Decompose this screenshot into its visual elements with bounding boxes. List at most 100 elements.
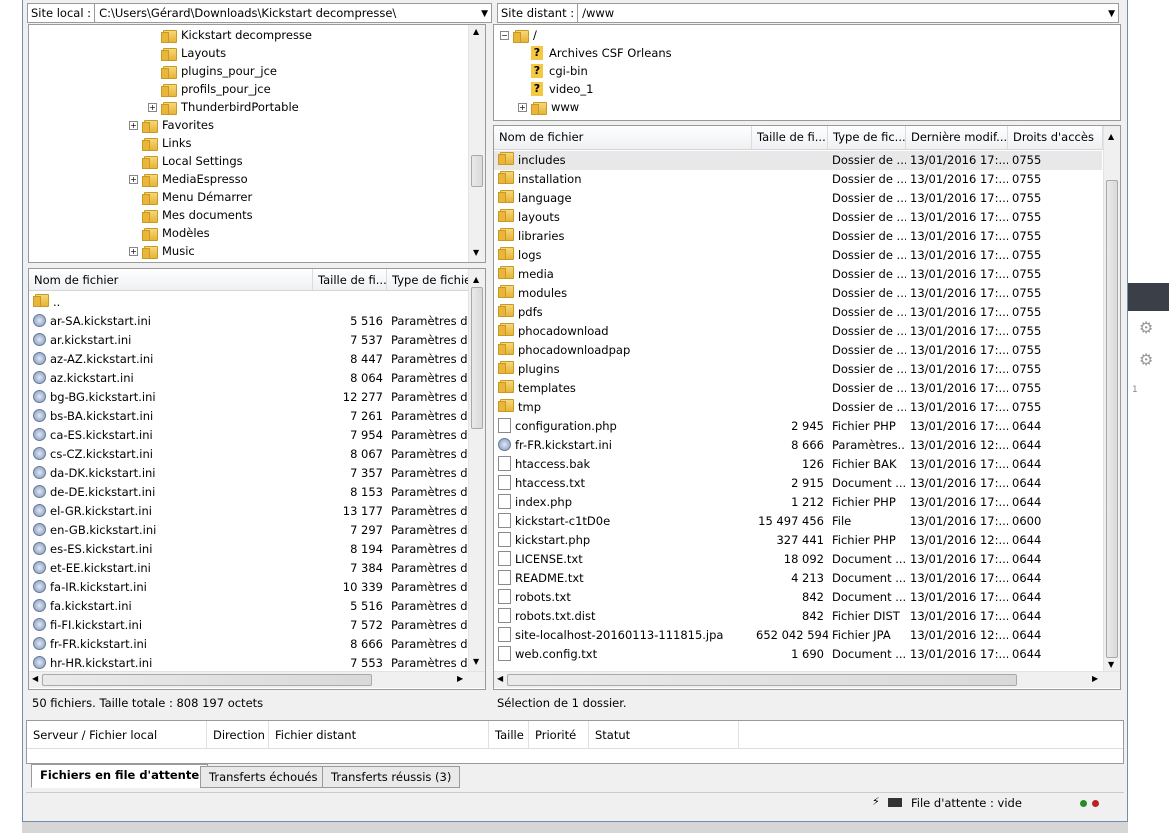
table-row[interactable]: phocadownload Dossier de ... 13/01/2016 17… xyxy=(494,322,1088,341)
column-header-type[interactable]: Type de fic... xyxy=(828,126,906,149)
expand-icon[interactable]: + xyxy=(148,102,157,112)
table-row[interactable]: installation Dossier de ... 13/01/2016 17:… xyxy=(494,170,1088,189)
chevron-down-icon[interactable]: ▼ xyxy=(1108,6,1115,22)
expand-icon[interactable]: + xyxy=(129,120,138,130)
column-header-type[interactable]: Type de fichier xyxy=(387,269,470,290)
scroll-right-icon[interactable]: ▶ xyxy=(457,674,463,683)
remote-tree-node[interactable]: ? Archives CSF Orleans xyxy=(518,44,672,62)
chevron-down-icon[interactable]: ▼ xyxy=(481,6,488,22)
table-row[interactable]: logs Dossier de ... 13/01/2016 17:... 0755 xyxy=(494,246,1088,265)
column-header-name[interactable]: Nom de fichier xyxy=(494,126,752,149)
table-row[interactable]: htaccess.txt 2 915 Document ... 13/01/2016 … xyxy=(494,474,1088,493)
expand-icon[interactable]: − xyxy=(500,30,509,40)
table-row[interactable]: robots.txt.dist 842 Fichier DIST 13/01/2016… xyxy=(494,607,1088,626)
table-row[interactable]: es-ES.kickstart.ini 8 194 Paramètres de xyxy=(29,540,470,559)
scroll-left-icon[interactable]: ◀ xyxy=(497,674,503,683)
queue-col-server[interactable]: Serveur / Fichier local xyxy=(27,721,207,748)
gear-icon[interactable]: ⚙ xyxy=(1139,350,1153,369)
table-row[interactable]: az-AZ.kickstart.ini 8 447 Paramètres de xyxy=(29,350,470,369)
local-list-hscrollbar[interactable]: ◀ ▶ xyxy=(29,671,485,688)
remote-list-hscrollbar[interactable]: ◀ ▶ xyxy=(494,671,1120,688)
queue-col-priority[interactable]: Priorité xyxy=(529,721,589,748)
queue-col-size[interactable]: Taille xyxy=(489,721,529,748)
table-row[interactable]: ar-SA.kickstart.ini 5 516 Paramètres de xyxy=(29,312,470,331)
remote-tree-node[interactable]: ? video_1 xyxy=(518,80,593,98)
local-tree-node[interactable]: + MediaEspresso xyxy=(129,170,248,188)
local-tree-node[interactable]: Mes documents xyxy=(129,206,253,224)
table-row[interactable]: phocadownloadpap Dossier de ... 13/01/2016… xyxy=(494,341,1088,360)
local-tree-node[interactable]: Local Settings xyxy=(129,152,243,170)
scroll-thumb[interactable] xyxy=(471,287,483,429)
table-row[interactable]: el-GR.kickstart.ini 13 177 Paramètres de xyxy=(29,502,470,521)
table-row[interactable]: LICENSE.txt 18 092 Document ... 13/01/2016 … xyxy=(494,550,1088,569)
scroll-up-icon[interactable]: ▲ xyxy=(473,27,479,36)
table-row[interactable]: libraries Dossier de ... 13/01/2016 17:...… xyxy=(494,227,1088,246)
local-tree-node[interactable]: Layouts xyxy=(148,44,226,62)
table-row[interactable]: htaccess.bak 126 Fichier BAK 13/01/2016 17:… xyxy=(494,455,1088,474)
table-row[interactable]: templates Dossier de ... 13/01/2016 17:...… xyxy=(494,379,1088,398)
queue-col-status[interactable]: Statut xyxy=(589,721,739,748)
scroll-thumb[interactable] xyxy=(471,155,483,187)
gear-icon[interactable]: ⚙ xyxy=(1139,318,1153,337)
table-row[interactable]: kickstart-c1tD0e 15 497 456 File 13/01/2016… xyxy=(494,512,1088,531)
table-row[interactable]: modules Dossier de ... 13/01/2016 17:... 07… xyxy=(494,284,1088,303)
table-row[interactable]: fi-FI.kickstart.ini 7 572 Paramètres de xyxy=(29,616,470,635)
queue-col-direction[interactable]: Direction xyxy=(207,721,269,748)
table-row[interactable]: site-localhost-20160113-111815.jpa 652 04… xyxy=(494,626,1088,645)
remote-path-combo[interactable]: /www ▼ xyxy=(578,2,1119,23)
local-tree-node[interactable]: Kickstart decompresse xyxy=(148,26,312,44)
table-row[interactable]: fr-FR.kickstart.ini 8 666 Paramètres... 13/… xyxy=(494,436,1088,455)
local-path-combo[interactable]: C:\Users\Gérard\Downloads\Kickstart deco… xyxy=(95,2,492,23)
scroll-thumb[interactable] xyxy=(1106,180,1118,658)
table-row[interactable]: en-GB.kickstart.ini 7 297 Paramètres de xyxy=(29,521,470,540)
column-header-date[interactable]: Dernière modif... xyxy=(906,126,1008,149)
table-row[interactable]: fa.kickstart.ini 5 516 Paramètres de xyxy=(29,597,470,616)
table-row[interactable]: cs-CZ.kickstart.ini 8 067 Paramètres de xyxy=(29,445,470,464)
local-tree-node[interactable]: plugins_pour_jce xyxy=(148,62,277,80)
table-row[interactable]: da-DK.kickstart.ini 7 357 Paramètres de xyxy=(29,464,470,483)
expand-icon[interactable]: + xyxy=(129,246,138,256)
scroll-left-icon[interactable]: ◀ xyxy=(32,674,38,683)
table-row[interactable]: ca-ES.kickstart.ini 7 954 Paramètres de xyxy=(29,426,470,445)
expand-icon[interactable]: + xyxy=(129,174,138,184)
tab-successful-transfers[interactable]: Transferts réussis (3) xyxy=(322,766,461,788)
local-tree-node[interactable]: Modèles xyxy=(129,224,210,242)
column-header-permissions[interactable]: Droits d'accès xyxy=(1008,126,1103,149)
table-row[interactable]: robots.txt 842 Document ... 13/01/2016 17:.… xyxy=(494,588,1088,607)
local-tree-node[interactable]: + Music xyxy=(129,242,195,260)
column-header-size[interactable]: Taille de fi... xyxy=(313,269,387,290)
scroll-up-icon[interactable]: ▲ xyxy=(1108,132,1114,141)
remote-tree-node[interactable]: ? cgi-bin xyxy=(518,62,588,80)
scroll-down-icon[interactable]: ▼ xyxy=(473,657,479,666)
table-row[interactable]: bg-BG.kickstart.ini 12 277 Paramètres de xyxy=(29,388,470,407)
local-tree-node[interactable]: Links xyxy=(129,134,192,152)
local-tree-node[interactable]: profils_pour_jce xyxy=(148,80,271,98)
table-row[interactable]: plugins Dossier de ... 13/01/2016 17:... 07… xyxy=(494,360,1088,379)
scroll-right-icon[interactable]: ▶ xyxy=(1092,674,1098,683)
scroll-down-icon[interactable]: ▼ xyxy=(1108,660,1114,669)
filter-icon[interactable]: ⚡ xyxy=(872,795,880,808)
scroll-up-icon[interactable]: ▲ xyxy=(473,275,479,284)
binary-mode-icon[interactable] xyxy=(888,798,902,807)
tab-queued-files[interactable]: Fichiers en file d'attente xyxy=(31,764,209,788)
table-row[interactable]: bs-BA.kickstart.ini 7 261 Paramètres de xyxy=(29,407,470,426)
table-row[interactable]: ar.kickstart.ini 7 537 Paramètres de xyxy=(29,331,470,350)
table-row[interactable]: et-EE.kickstart.ini 7 384 Paramètres de xyxy=(29,559,470,578)
table-row[interactable]: index.php 1 212 Fichier PHP 13/01/2016 17:.… xyxy=(494,493,1088,512)
table-row[interactable]: includes Dossier de ... 13/01/2016 17:... 0… xyxy=(494,151,1102,170)
local-tree-node[interactable]: + Favorites xyxy=(129,116,214,134)
tab-failed-transfers[interactable]: Transferts échoués xyxy=(200,766,327,788)
table-row[interactable]: README.txt 4 213 Document ... 13/01/2016 17… xyxy=(494,569,1088,588)
table-row[interactable]: pdfs Dossier de ... 13/01/2016 17:... 0755 xyxy=(494,303,1088,322)
table-row[interactable]: web.config.txt 1 690 Document ... 13/01/201… xyxy=(494,645,1088,664)
table-row[interactable]: language Dossier de ... 13/01/2016 17:... 0… xyxy=(494,189,1088,208)
table-row[interactable]: kickstart.php 327 441 Fichier PHP 13/01/201… xyxy=(494,531,1088,550)
local-list-scrollbar[interactable]: ▲ ▼ xyxy=(468,269,485,671)
local-tree-node[interactable]: + ThunderbirdPortable xyxy=(148,98,299,116)
queue-col-remote[interactable]: Fichier distant xyxy=(269,721,489,748)
scroll-thumb[interactable] xyxy=(507,674,1017,686)
column-header-name[interactable]: Nom de fichier xyxy=(29,269,313,290)
remote-list-scrollbar[interactable]: ▲ ▼ xyxy=(1103,126,1120,671)
local-tree-node[interactable]: Menu Démarrer xyxy=(129,188,252,206)
expand-icon[interactable]: + xyxy=(518,102,527,112)
